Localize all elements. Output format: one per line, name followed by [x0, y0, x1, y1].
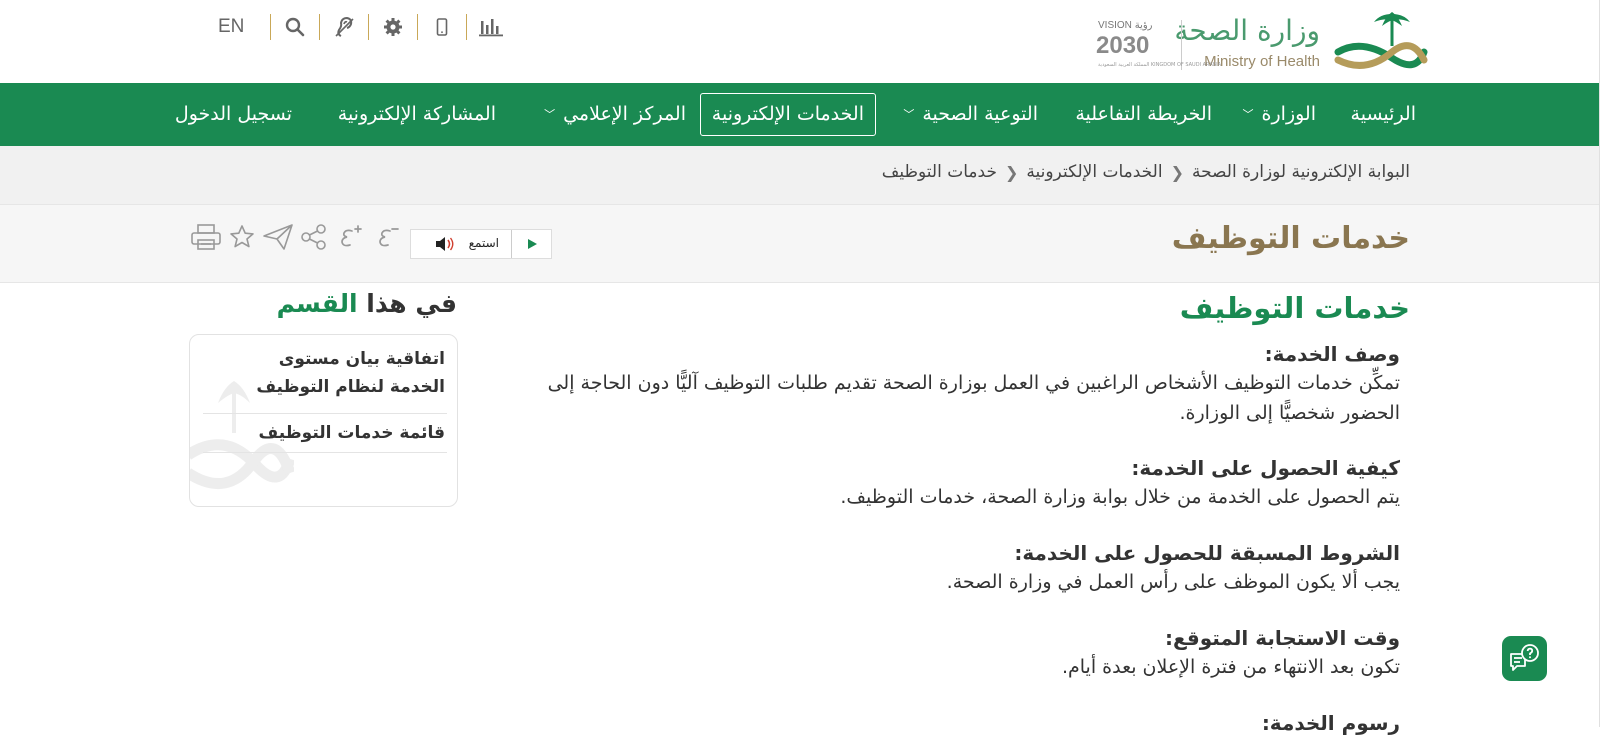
- nav-home-label: الرئيسية: [1350, 103, 1416, 125]
- speaker-icon: [435, 236, 455, 256]
- service-fees-section: رسوم الخدمة:: [500, 709, 1400, 737]
- sidebar-divider: [203, 413, 447, 414]
- section-title: رسوم الخدمة:: [1261, 711, 1400, 735]
- nav-e-participation[interactable]: المشاركة الإلكترونية: [338, 83, 496, 146]
- sidebar-title-accent: القسم: [276, 289, 358, 318]
- nav-interactive-map[interactable]: الخريطة التفاعلية: [1075, 83, 1212, 146]
- vision-year: 2030: [1096, 32, 1150, 59]
- section-text: تمكِّن خدمات التوظيف الأشخاص الراغبين في…: [547, 372, 1400, 424]
- print-icon[interactable]: [188, 219, 224, 255]
- palm-emblem-icon: [1334, 12, 1428, 69]
- vision-subtitle: المملكة العربية السعودية KINGDOM OF SAUD…: [1098, 62, 1222, 68]
- how-to-get-service-section: كيفية الحصول على الخدمة: يتم الحصول على …: [500, 454, 1400, 512]
- section-text: يتم الحصول على الخدمة من خلال بوابة وزار…: [840, 486, 1400, 508]
- sidebar-link-sla[interactable]: اتفاقية بيان مستوى الخدمة لنظام التوظيف: [225, 345, 445, 401]
- logo-arabic-text: وزارة الصحة: [1174, 14, 1320, 47]
- breadcrumb-current: خدمات التوظيف: [881, 162, 997, 182]
- section-title: وقت الاستجابة المتوقع:: [1165, 626, 1400, 650]
- play-icon[interactable]: [511, 230, 551, 258]
- sidebar-link-services-list[interactable]: قائمة خدمات التوظيف: [225, 419, 445, 447]
- section-links-card: اتفاقية بيان مستوى الخدمة لنظام التوظيف …: [189, 334, 458, 507]
- toolbar-separator: [417, 14, 419, 40]
- content-heading: خدمات التوظيف: [1179, 291, 1410, 325]
- toolbar-separator: [319, 14, 321, 40]
- breadcrumb: البوابة الإلكترونية لوزارة الصحة ❯ الخدم…: [0, 146, 1600, 204]
- page-title-bar: خدمات التوظيف استمع: [0, 204, 1600, 283]
- page-tools: [188, 219, 404, 255]
- nav-login-label: تسجيل الدخول: [174, 103, 292, 125]
- chevron-left-icon: ❯: [1004, 162, 1019, 182]
- chevron-down-icon: ﹀: [544, 108, 556, 121]
- prerequisites-section: الشروط المسبقة للحصول على الخدمة: يجب أل…: [500, 539, 1400, 597]
- nav-home[interactable]: الرئيسية: [1351, 83, 1416, 146]
- section-title: كيفية الحصول على الخدمة:: [1131, 456, 1400, 480]
- ministry-logo[interactable]: وزارة الصحة Ministry of Health VISION رؤ…: [1088, 8, 1428, 76]
- section-title: وصف الخدمة:: [1264, 342, 1400, 366]
- sidebar-title: في هذا القسم: [277, 289, 457, 318]
- chat-icon: [1509, 643, 1539, 671]
- chat-widget-button[interactable]: [1502, 636, 1547, 681]
- section-text: يجب ألا يكون الموظف على رأس العمل في وزا…: [946, 571, 1400, 593]
- breadcrumb-home[interactable]: البوابة الإلكترونية لوزارة الصحة: [1192, 162, 1410, 182]
- sidebar-divider: [203, 452, 447, 453]
- nav-e-services[interactable]: الخدمات الإلكترونية: [699, 93, 876, 136]
- nav-e-participation-label: المشاركة الإلكترونية: [337, 103, 496, 125]
- response-time-section: وقت الاستجابة المتوقع: تكون بعد الانتهاء…: [500, 624, 1400, 682]
- main-content: خدمات التوظيف: [490, 288, 1410, 328]
- page-title: خدمات التوظيف: [1171, 221, 1410, 256]
- nav-media-center-label: المركز الإعلامي: [563, 103, 686, 125]
- nav-health-awareness[interactable]: ﹀ التوعية الصحية: [903, 83, 1038, 146]
- sidebar-title-prefix: في هذا: [366, 289, 457, 318]
- breadcrumb-e-services[interactable]: الخدمات الإلكترونية: [1026, 162, 1162, 182]
- logo-english-text: Ministry of Health: [1204, 53, 1320, 70]
- toolbar-separator: [270, 14, 272, 40]
- font-decrease-icon[interactable]: [368, 219, 404, 255]
- main-navigation: الرئيسية ﹀ الوزارة الخريطة التفاعلية ﹀ الت…: [0, 83, 1600, 146]
- send-icon[interactable]: [260, 219, 296, 255]
- font-increase-icon[interactable]: [332, 219, 368, 255]
- top-header: وزارة الصحة Ministry of Health VISION رؤ…: [0, 0, 1600, 83]
- share-icon[interactable]: [296, 219, 332, 255]
- nav-e-services-label: الخدمات الإلكترونية: [711, 103, 864, 125]
- hearing-icon[interactable]: [332, 15, 356, 39]
- listen-label: استمع: [468, 236, 499, 250]
- nav-ministry-label: الوزارة: [1261, 103, 1316, 125]
- section-text: تكون بعد الانتهاء من فترة الإعلان بعدة أ…: [1061, 656, 1400, 678]
- favorite-icon[interactable]: [224, 219, 260, 255]
- nav-media-center[interactable]: ﹀ المركز الإعلامي: [544, 83, 686, 146]
- nav-login[interactable]: تسجيل الدخول: [175, 83, 292, 146]
- nav-interactive-map-label: الخريطة التفاعلية: [1075, 103, 1212, 125]
- mobile-icon[interactable]: [430, 15, 454, 39]
- stats-icon[interactable]: [479, 15, 504, 39]
- search-icon[interactable]: [283, 15, 307, 39]
- settings-icon[interactable]: [381, 15, 405, 39]
- nav-ministry[interactable]: ﹀ الوزارة: [1243, 83, 1316, 146]
- toolbar-separator: [466, 14, 468, 40]
- toolbar-separator: [368, 14, 370, 40]
- vision-2030-logo: VISION رؤية 2030 المملكة العربية السعودي…: [1096, 20, 1221, 72]
- utility-toolbar: EN: [218, 12, 504, 42]
- chevron-down-icon: ﹀: [903, 108, 915, 121]
- nav-health-awareness-label: التوعية الصحية: [922, 103, 1038, 125]
- section-title: الشروط المسبقة للحصول على الخدمة:: [1014, 541, 1400, 565]
- service-description-section: وصف الخدمة: تمكِّن خدمات التوظيف الأشخاص…: [500, 340, 1400, 428]
- chevron-down-icon: ﹀: [1242, 108, 1254, 121]
- chevron-left-icon: ❯: [1170, 162, 1184, 182]
- language-toggle[interactable]: EN: [218, 16, 258, 38]
- listen-player[interactable]: استمع: [410, 229, 552, 259]
- vision-label: VISION رؤية: [1098, 20, 1153, 31]
